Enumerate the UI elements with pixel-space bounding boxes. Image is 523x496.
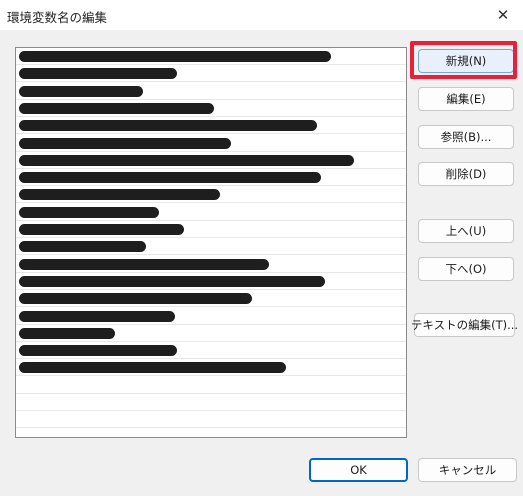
cancel-button[interactable]: キャンセル bbox=[418, 458, 517, 482]
list-item[interactable] bbox=[16, 273, 406, 290]
redacted-path-text bbox=[19, 137, 231, 149]
delete-button[interactable]: 削除(D) bbox=[418, 162, 514, 186]
redacted-path-text bbox=[19, 310, 175, 322]
list-item[interactable] bbox=[16, 135, 406, 152]
redacted-path-text bbox=[19, 189, 220, 201]
close-icon: ✕ bbox=[496, 6, 510, 24]
list-item[interactable] bbox=[16, 308, 406, 325]
highlight-box bbox=[410, 41, 517, 79]
list-item[interactable] bbox=[16, 377, 406, 394]
redacted-path-text bbox=[19, 120, 317, 132]
redacted-path-text bbox=[19, 293, 252, 305]
list-item[interactable] bbox=[16, 238, 406, 256]
redacted-path-text bbox=[19, 51, 331, 62]
list-item[interactable] bbox=[16, 290, 406, 308]
redacted-path-text bbox=[19, 327, 115, 339]
list-item[interactable] bbox=[16, 221, 406, 238]
edit-button[interactable]: 編集(E) bbox=[418, 87, 514, 111]
redacted-path-text bbox=[19, 206, 159, 218]
redacted-path-text bbox=[19, 345, 177, 357]
redacted-path-text bbox=[19, 275, 325, 287]
list-item[interactable] bbox=[16, 186, 406, 204]
title-bar: 環境変数名の編集 ✕ bbox=[0, 0, 523, 30]
list-item[interactable] bbox=[16, 342, 406, 360]
move-down-button[interactable]: 下へ(O) bbox=[418, 257, 514, 281]
redacted-path-text bbox=[19, 154, 354, 166]
redacted-path-text bbox=[19, 224, 184, 235]
list-item[interactable] bbox=[16, 256, 406, 273]
list-item[interactable] bbox=[16, 359, 406, 377]
list-item[interactable] bbox=[16, 100, 406, 117]
path-list[interactable] bbox=[15, 47, 407, 438]
close-button[interactable]: ✕ bbox=[483, 0, 523, 30]
list-item[interactable] bbox=[16, 411, 406, 429]
list-item[interactable] bbox=[16, 117, 406, 135]
list-item[interactable] bbox=[16, 83, 406, 100]
dialog-title: 環境変数名の編集 bbox=[7, 10, 108, 25]
redacted-path-text bbox=[19, 85, 143, 97]
browse-button[interactable]: 参照(B)... bbox=[418, 125, 514, 149]
redacted-path-text bbox=[19, 68, 177, 80]
edit-text-button[interactable]: テキストの編集(T)... bbox=[411, 313, 518, 337]
move-up-button[interactable]: 上へ(U) bbox=[418, 219, 514, 243]
list-item[interactable] bbox=[16, 394, 406, 411]
redacted-path-text bbox=[19, 102, 214, 114]
redacted-path-text bbox=[19, 258, 269, 270]
redacted-path-text bbox=[19, 241, 146, 253]
list-item[interactable] bbox=[16, 325, 406, 342]
redacted-path-text bbox=[19, 172, 321, 184]
list-item[interactable] bbox=[16, 65, 406, 83]
redacted-path-text bbox=[19, 362, 286, 374]
list-item[interactable] bbox=[16, 48, 406, 65]
list-item[interactable] bbox=[16, 204, 406, 221]
list-item[interactable] bbox=[16, 169, 406, 187]
ok-button[interactable]: OK bbox=[309, 458, 408, 482]
list-item[interactable] bbox=[16, 152, 406, 169]
